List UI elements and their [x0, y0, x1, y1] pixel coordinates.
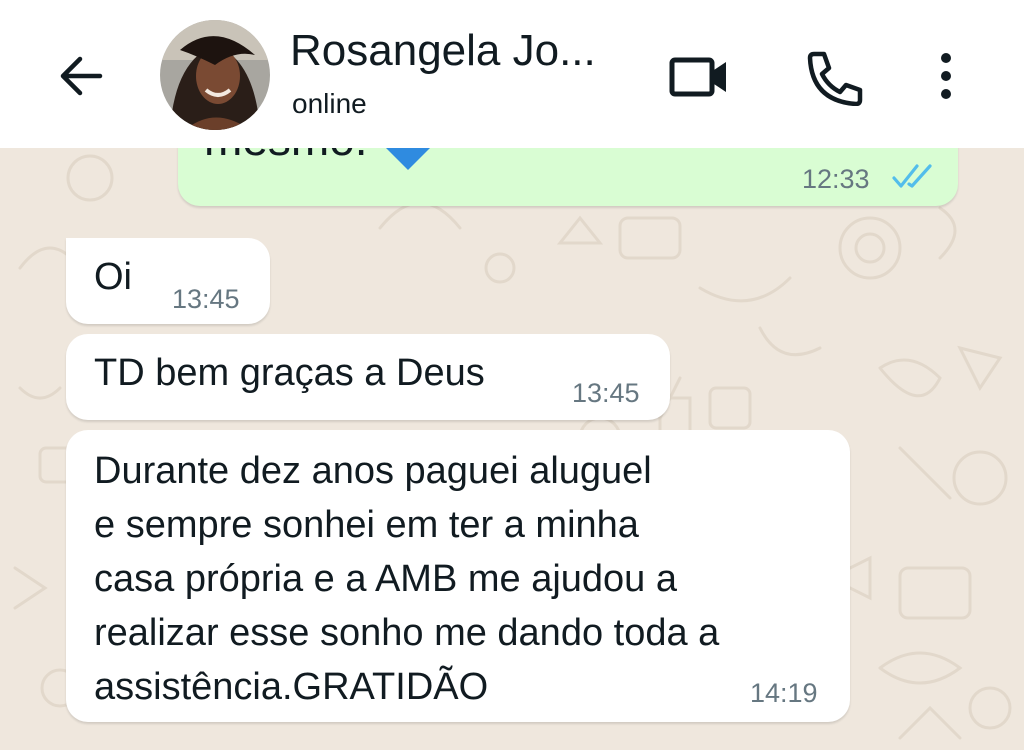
message-incoming[interactable]: TD bem graças a Deus 13:45	[66, 334, 670, 420]
message-time: 12:33	[802, 164, 870, 194]
video-call-button[interactable]	[664, 48, 734, 104]
message-line: assistência.GRATIDÃO	[94, 666, 489, 708]
header-overlay: Rosangela Jo... online	[0, 0, 1024, 148]
contact-avatar[interactable]	[160, 20, 270, 130]
message-line: casa própria e a AMB me ajudou a	[94, 558, 678, 600]
video-call-icon	[669, 57, 726, 97]
message-time: 14:19	[750, 678, 818, 708]
message-text: Oi	[94, 256, 132, 298]
message-incoming[interactable]: Durante dez anos paguei aluguel e sempre…	[66, 430, 850, 722]
voice-call-button[interactable]	[800, 46, 864, 107]
message-incoming[interactable]: Oi 13:45	[66, 238, 270, 324]
contact-status: online	[292, 88, 367, 119]
message-time: 13:45	[572, 378, 640, 408]
message-text: TD bem graças a Deus	[94, 352, 485, 394]
more-options-icon	[941, 53, 951, 99]
more-options-button[interactable]	[926, 44, 966, 108]
avatar-photo	[160, 20, 270, 130]
back-button[interactable]	[52, 48, 112, 104]
message-line: Durante dez anos paguei aluguel	[94, 450, 652, 492]
read-receipt-icon	[892, 164, 932, 188]
message-line: realizar esse sonho me dando toda a	[94, 612, 720, 654]
back-arrow-icon	[60, 56, 103, 96]
message-line: e sempre sonhei em ter a minha	[94, 504, 639, 546]
message-time: 13:45	[172, 284, 240, 314]
contact-name[interactable]: Rosangela Jo...	[290, 26, 596, 76]
voice-call-icon	[807, 51, 863, 107]
